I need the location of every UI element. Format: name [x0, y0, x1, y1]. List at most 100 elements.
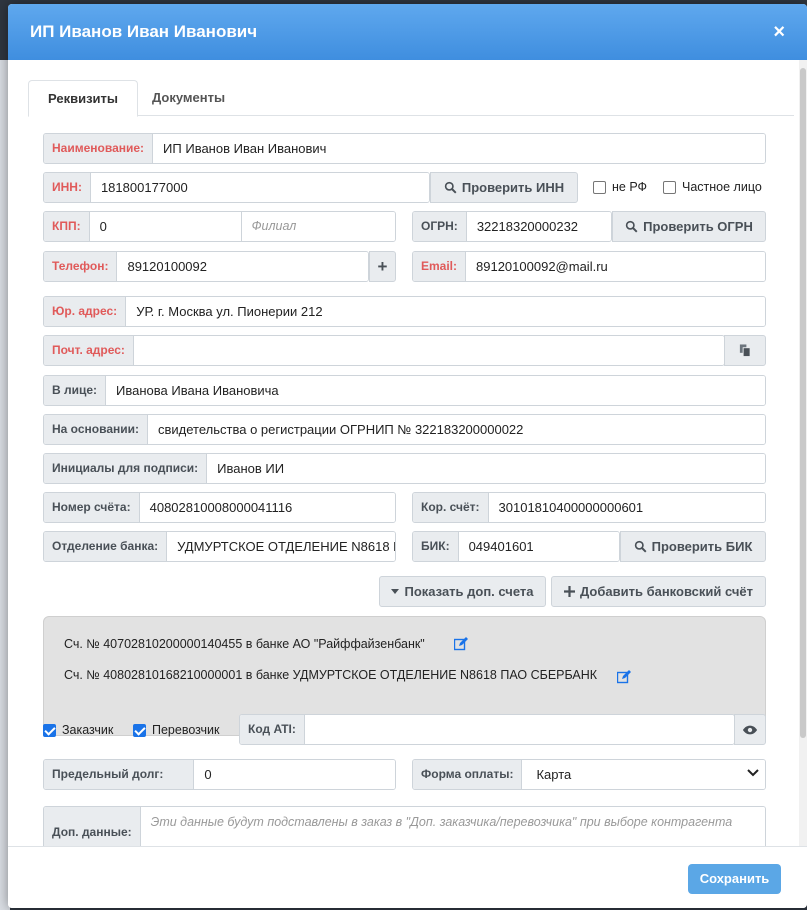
name-label: Наименование: — [44, 134, 154, 163]
account-item-1: Сч. № 40702810200000140455 в банке АО "Р… — [64, 637, 425, 651]
ogrn-field: ОГРН: 32218320000232 — [412, 211, 612, 242]
debt-limit-label: Предельный долг: — [44, 760, 195, 789]
ogrn-label: ОГРН: — [413, 212, 467, 241]
plus-icon: + — [377, 256, 388, 276]
inn-input[interactable]: 181800177000 — [90, 173, 429, 202]
show-accounts-button[interactable]: Показать доп. счета — [379, 576, 546, 607]
corr-account-label: Кор. счёт: — [413, 493, 489, 522]
legal-address-label: Юр. адрес: — [44, 297, 127, 326]
phone-input[interactable]: 89120100092 — [117, 252, 368, 281]
show-ati-button[interactable] — [734, 714, 766, 745]
account-label: Номер счёта: — [44, 493, 140, 522]
branch-input[interactable]: Филиал — [241, 212, 395, 241]
corr-account-field: Кор. счёт: 30101810400000000601 — [412, 492, 766, 523]
carrier-checkbox[interactable]: Перевозчик — [133, 723, 219, 737]
scrollbar[interactable] — [799, 60, 807, 850]
check-ogrn-button[interactable]: Проверить ОГРН — [612, 211, 766, 242]
close-icon[interactable]: × — [773, 21, 785, 44]
counterparty-dialog: ИП Иванов Иван Иванович × Реквизиты Доку… — [8, 4, 807, 908]
add-account-label: Добавить банковский счёт — [580, 584, 753, 599]
check-bik-button[interactable]: Проверить БИК — [620, 531, 766, 562]
scrollbar-thumb[interactable] — [800, 68, 806, 738]
initials-field: Инициалы для подписи: Иванов ИИ — [43, 453, 766, 484]
postal-address-field: Почт. адрес: — [43, 335, 725, 366]
bik-input[interactable]: 049401601 — [458, 532, 619, 561]
kpp-input[interactable]: 0 — [89, 212, 242, 241]
payment-select-value: Карта — [536, 767, 572, 782]
account-input[interactable]: 40802810008000041116 — [139, 493, 395, 522]
carrier-box[interactable] — [133, 723, 146, 737]
person-input[interactable]: Иванова Ивана Ивановича — [106, 376, 765, 405]
caret-down-icon — [391, 588, 400, 594]
dialog-title: ИП Иванов Иван Иванович — [30, 22, 258, 41]
customer-box[interactable] — [43, 723, 56, 737]
copy-icon — [739, 344, 751, 357]
search-icon — [634, 540, 647, 553]
ati-input[interactable] — [304, 715, 734, 744]
show-accounts-label: Показать доп. счета — [404, 584, 534, 599]
plus-icon — [564, 586, 575, 597]
initials-label: Инициалы для подписи: — [44, 454, 208, 483]
tab-requisites[interactable]: Реквизиты — [28, 80, 138, 117]
non-rf-box[interactable] — [593, 180, 606, 194]
person-field: В лице: Иванова Ивана Ивановича — [43, 375, 766, 406]
bank-branch-input[interactable]: УДМУРТСКОЕ ОТДЕЛЕНИЕ N8618 Г — [167, 532, 395, 561]
account-item-text: Сч. № 40802810168210000001 в банке УДМУР… — [64, 668, 598, 682]
debt-limit-input[interactable]: 0 — [194, 760, 395, 789]
basis-input[interactable]: свидетельства о регистрации ОГРНИП № 322… — [148, 415, 765, 444]
basis-field: На основании: свидетельства о регистраци… — [43, 414, 766, 445]
tab-bar: Реквизиты Документы — [28, 80, 794, 117]
bank-branch-label: Отделение банка: — [44, 532, 168, 561]
private-person-checkbox[interactable]: Частное лицо — [663, 180, 762, 194]
debt-limit-field: Предельный долг: 0 — [43, 759, 396, 790]
payment-label: Форма оплаты: — [413, 760, 523, 789]
name-field: Наименование: ИП Иванов Иван Иванович — [43, 133, 766, 164]
phone-field: Телефон: 89120100092 — [43, 251, 369, 282]
email-label: Email: — [413, 252, 467, 281]
ati-label: Код ATI: — [240, 715, 305, 744]
account-item-2: Сч. № 40802810168210000001 в банке УДМУР… — [64, 668, 597, 682]
ogrn-input[interactable]: 32218320000232 — [466, 212, 611, 241]
postal-address-label: Почт. адрес: — [44, 336, 134, 365]
save-button[interactable]: Сохранить — [688, 864, 781, 894]
person-label: В лице: — [44, 376, 107, 405]
carrier-label: Перевозчик — [152, 723, 220, 737]
bank-branch-field: Отделение банка: УДМУРТСКОЕ ОТДЕЛЕНИЕ N8… — [43, 531, 396, 562]
copy-address-button[interactable] — [724, 335, 766, 366]
check-ogrn-label: Проверить ОГРН — [643, 219, 753, 234]
private-person-box[interactable] — [663, 180, 676, 194]
account-item-text: Сч. № 40702810200000140455 в банке АО "Р… — [64, 637, 425, 651]
non-rf-label: не РФ — [612, 180, 648, 194]
email-field: Email: 89120100092@mail.ru — [412, 251, 766, 282]
edit-icon[interactable] — [617, 670, 631, 684]
eye-icon — [743, 725, 757, 734]
initials-input[interactable]: Иванов ИИ — [207, 454, 765, 483]
inn-field: ИНН: 181800177000 — [43, 172, 430, 203]
postal-address-input[interactable] — [133, 336, 724, 365]
bik-field: БИК: 049401601 — [412, 531, 620, 562]
kpp-field: КПП: 0 Филиал — [43, 211, 396, 242]
legal-address-field: Юр. адрес: УР. г. Москва ул. Пионерии 21… — [43, 296, 766, 327]
legal-address-input[interactable]: УР. г. Москва ул. Пионерии 212 — [126, 297, 765, 326]
customer-checkbox[interactable]: Заказчик — [43, 723, 113, 737]
payment-field: Форма оплаты: Карта — [412, 759, 766, 790]
non-rf-checkbox[interactable]: не РФ — [593, 180, 647, 194]
search-icon — [444, 181, 457, 194]
tab-documents[interactable]: Документы — [133, 80, 244, 117]
edit-icon[interactable] — [454, 637, 468, 651]
corr-account-input[interactable]: 30101810400000000601 — [488, 493, 765, 522]
basis-label: На основании: — [44, 415, 148, 444]
email-input[interactable]: 89120100092@mail.ru — [466, 252, 765, 281]
ati-field: Код ATI: — [239, 714, 735, 745]
private-person-label: Частное лицо — [682, 180, 762, 194]
name-input[interactable]: ИП Иванов Иван Иванович — [153, 134, 765, 163]
add-account-button[interactable]: Добавить банковский счёт — [551, 576, 766, 607]
inn-label: ИНН: — [44, 173, 91, 202]
dialog-header: ИП Иванов Иван Иванович × — [8, 4, 807, 60]
dialog-footer: Сохранить — [8, 846, 807, 908]
account-field: Номер счёта: 40802810008000041116 — [43, 492, 396, 523]
search-icon — [625, 220, 638, 233]
payment-select[interactable]: Карта — [522, 760, 765, 789]
check-inn-button[interactable]: Проверить ИНН — [430, 172, 578, 203]
add-phone-button[interactable]: + — [369, 251, 396, 282]
